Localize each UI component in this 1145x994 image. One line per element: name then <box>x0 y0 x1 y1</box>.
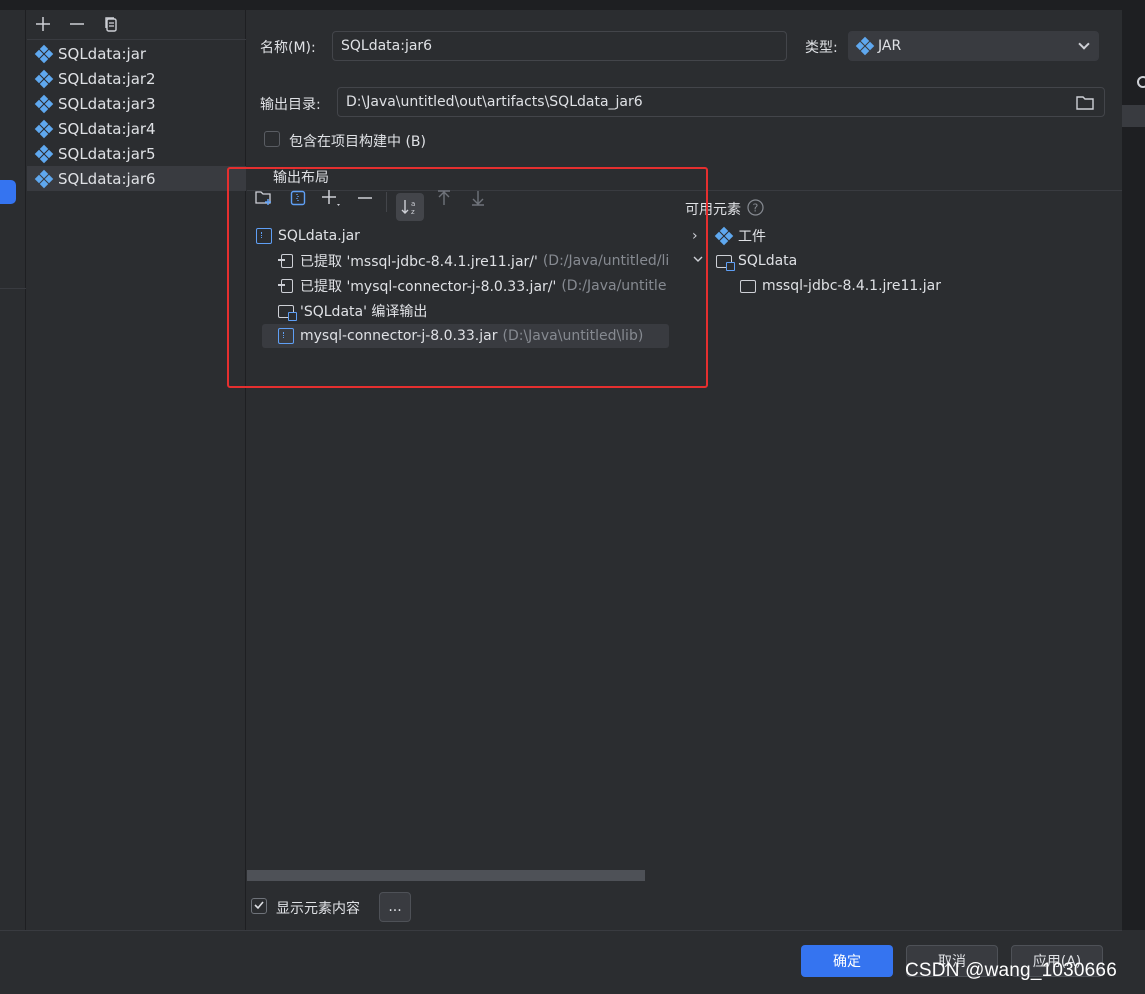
include-in-build-checkbox[interactable] <box>264 131 280 147</box>
artifact-item[interactable]: SQLdata:jar2 <box>27 66 246 91</box>
artifact-item[interactable]: SQLdata:jar3 <box>27 91 246 116</box>
artifact-icon <box>34 69 54 88</box>
name-value: SQLdata:jar6 <box>341 38 433 54</box>
artifact-icon <box>34 144 54 163</box>
output-dir-value: D:\Java\untitled\out\artifacts\SQLdata_j… <box>346 94 643 110</box>
artifact-item[interactable]: SQLdata:jar5 <box>27 141 246 166</box>
remove-artifact-button[interactable] <box>65 12 89 36</box>
type-value: JAR <box>878 38 902 54</box>
artifact-label: SQLdata:jar5 <box>58 144 156 163</box>
more-label: ... <box>388 899 402 915</box>
copy-icon <box>105 17 117 32</box>
folder-icon <box>740 279 756 293</box>
selected-nav-indicator <box>0 180 16 204</box>
show-content-label: 显示元素内容 <box>276 901 360 917</box>
artifact-icon <box>34 44 54 63</box>
include-in-build-label: 包含在项目构建中 (B) <box>289 134 426 150</box>
type-dropdown[interactable]: JAR <box>848 31 1099 61</box>
nav-separator <box>0 288 26 289</box>
toolbar-separator <box>27 39 246 40</box>
show-content-checkbox[interactable] <box>251 898 267 914</box>
artifact-label: SQLdata:jar3 <box>58 94 156 113</box>
artifact-item[interactable]: SQLdata:jar4 <box>27 116 246 141</box>
horizontal-scrollbar[interactable] <box>247 870 645 881</box>
artifact-list: SQLdata:jar SQLdata:jar2 SQLdata:jar3 SQ… <box>27 41 246 191</box>
available-item-label: SQLdata <box>738 253 798 269</box>
copy-artifact-button[interactable] <box>99 12 123 36</box>
background-strip <box>1122 105 1145 127</box>
output-dir-field[interactable]: D:\Java\untitled\out\artifacts\SQLdata_j… <box>337 87 1105 117</box>
svg-text:?: ? <box>753 202 759 215</box>
minus-icon <box>70 23 84 25</box>
module-folder-icon <box>716 254 735 271</box>
available-item-library[interactable]: mssql-jdbc-8.4.1.jre11.jar <box>740 274 941 298</box>
artifact-icon <box>34 94 54 113</box>
artifact-item[interactable]: SQLdata:jar <box>27 41 246 66</box>
artifact-icon <box>34 119 54 138</box>
available-item-label: 工件 <box>738 229 766 245</box>
name-label: 名称(M): <box>260 40 316 56</box>
highlight-annotation-box <box>227 167 708 388</box>
artifact-label: SQLdata:jar6 <box>58 169 156 188</box>
artifact-label: SQLdata:jar2 <box>58 69 156 88</box>
checkmark-icon <box>254 901 264 910</box>
add-artifact-button[interactable] <box>31 12 55 36</box>
settings-nav-edge <box>0 10 26 930</box>
more-options-button[interactable]: ... <box>379 892 411 922</box>
jar-type-icon <box>855 36 875 56</box>
name-field[interactable]: SQLdata:jar6 <box>332 31 787 61</box>
footer-separator <box>0 930 1122 931</box>
help-icon[interactable]: ? <box>747 199 764 216</box>
artifact-label: SQLdata:jar <box>58 44 147 63</box>
artifact-item-selected[interactable]: SQLdata:jar6 <box>27 166 246 191</box>
ok-label: 确定 <box>833 954 861 970</box>
chevron-down-icon <box>1078 38 1090 50</box>
artifact-label: SQLdata:jar4 <box>58 119 156 138</box>
background-window-edge <box>1122 10 1145 930</box>
available-item-label: mssql-jdbc-8.4.1.jre11.jar <box>762 278 941 294</box>
artifact-icon <box>34 169 54 188</box>
window-top-strip <box>0 0 1145 10</box>
type-label: 类型: <box>805 40 838 56</box>
watermark-text: CSDN @wang_1030666 <box>905 960 1117 981</box>
output-dir-label: 输出目录: <box>260 97 321 113</box>
artifact-list-panel: SQLdata:jar SQLdata:jar2 SQLdata:jar3 SQ… <box>27 10 246 930</box>
eye-icon <box>1137 76 1145 88</box>
ok-button[interactable]: 确定 <box>801 945 893 977</box>
plus-icon <box>36 17 50 31</box>
browse-folder-icon[interactable] <box>1076 95 1094 110</box>
artifact-icon <box>714 226 734 246</box>
